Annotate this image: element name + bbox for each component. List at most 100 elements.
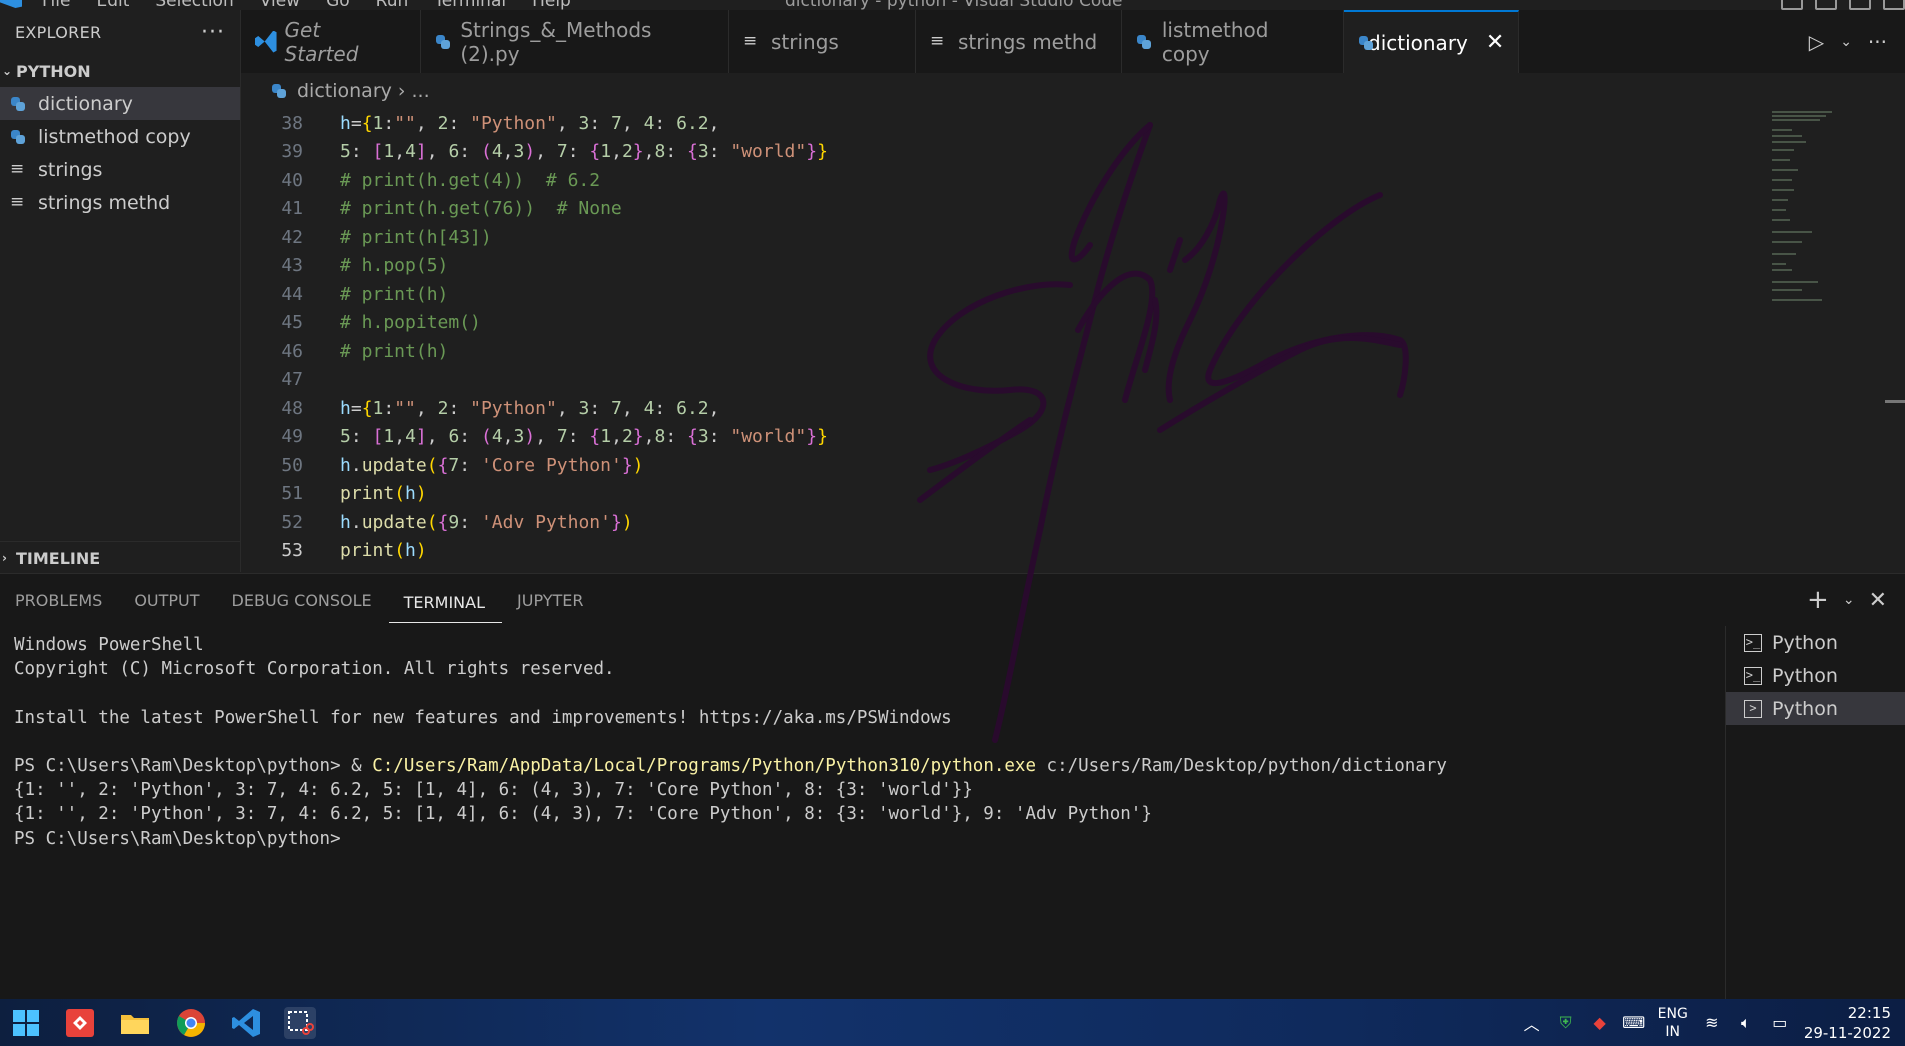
explorer-header: EXPLORER ···: [0, 10, 240, 55]
tab-strings-methods-py[interactable]: Strings_&_Methods (2).py: [421, 10, 729, 73]
anydesk-icon[interactable]: [64, 1007, 96, 1039]
window-controls: [1781, 0, 1905, 10]
scrollbar-thumb[interactable]: [1885, 400, 1905, 403]
editor-tabs: Get Started Strings_&_Methods (2).py ≡ s…: [241, 10, 1905, 73]
panel-toggle-icon[interactable]: [1849, 0, 1871, 10]
line-number: 45: [281, 312, 303, 334]
line-number: 53: [281, 540, 303, 562]
tab-problems[interactable]: PROBLEMS: [0, 574, 119, 626]
python-file-icon: [271, 83, 287, 99]
code-line: 42 # print(h[43]): [241, 223, 1761, 252]
terminal-instance[interactable]: >_ Python: [1726, 626, 1905, 659]
code-line: 41 # print(h.get(76)) # None: [241, 195, 1761, 224]
chrome-icon[interactable]: [175, 1007, 207, 1039]
run-icon[interactable]: ▷: [1809, 30, 1824, 54]
file-item-listmethod-copy[interactable]: listmethod copy: [0, 120, 240, 153]
terminal-label: Python: [1772, 697, 1838, 720]
layout-toggle-icon[interactable]: [1781, 0, 1803, 10]
file-item-strings-methd[interactable]: ≡ strings methd: [0, 186, 240, 219]
menu-edit[interactable]: Edit: [96, 0, 129, 10]
line-number: 48: [281, 397, 303, 419]
tab-get-started[interactable]: Get Started: [241, 10, 421, 73]
folder-section-python[interactable]: ⌄ PYTHON: [0, 55, 240, 87]
tab-strings[interactable]: ≡ strings: [729, 10, 916, 73]
code-text: # h.popitem(): [340, 312, 481, 334]
menu-go[interactable]: Go: [326, 0, 350, 10]
text-file-icon: ≡: [930, 31, 945, 51]
menu-run[interactable]: Run: [376, 0, 409, 10]
line-number: 40: [281, 169, 303, 191]
chevron-down-icon[interactable]: ⌄: [1843, 592, 1855, 608]
new-terminal-icon[interactable]: +: [1807, 585, 1829, 615]
windows-taskbar: ︿ ⛨ ◆ ⌨ ENG IN ≋ 🔈︎ ▭ 22:15 29-11-2022: [0, 999, 1905, 1046]
code-editor[interactable]: 38 h={1:"", 2: "Python", 3: 7, 4: 6.2, 39…: [241, 109, 1761, 571]
python-file-icon: [1136, 34, 1152, 50]
close-panel-icon[interactable]: ✕: [1869, 588, 1887, 613]
wifi-icon[interactable]: ≋: [1702, 1013, 1722, 1033]
breadcrumb-symbol[interactable]: ...: [412, 80, 430, 102]
code-text: h.update({9: 'Adv Python'}): [340, 511, 633, 533]
menu-selection[interactable]: Selection: [155, 0, 233, 10]
vscode-taskbar-icon[interactable]: [230, 1007, 262, 1039]
line-number: 52: [281, 511, 303, 533]
terminal-line: {1: '', 2: 'Python', 3: 7, 4: 6.2, 5: [1…: [14, 780, 973, 801]
window-title: dictionary - python - Visual Studio Code: [785, 0, 1123, 10]
customize-layout-icon[interactable]: [1883, 0, 1905, 10]
volume-icon[interactable]: 🔈︎: [1736, 1013, 1756, 1033]
tab-jupyter[interactable]: JUPYTER: [502, 574, 601, 626]
tab-label: strings methd: [958, 29, 1098, 54]
code-text: print(h): [340, 540, 427, 562]
snipping-tool-icon[interactable]: [284, 1007, 316, 1039]
menu-file[interactable]: File: [42, 0, 70, 10]
timeline-section[interactable]: › TIMELINE: [0, 541, 242, 574]
chevron-right-icon: ›: [397, 80, 406, 102]
chevron-down-icon[interactable]: ⌄: [1840, 34, 1852, 50]
tab-terminal[interactable]: TERMINAL: [388, 583, 503, 623]
code-text: # print(h.get(76)) # None: [340, 198, 622, 220]
lang-top: ENG: [1657, 1005, 1688, 1022]
close-icon[interactable]: ✕: [1486, 30, 1504, 55]
code-line: 43 # h.pop(5): [241, 252, 1761, 281]
defender-icon[interactable]: ⛨: [1556, 1013, 1576, 1033]
chevron-up-icon[interactable]: ︿: [1522, 1013, 1542, 1034]
sidebar-toggle-icon[interactable]: [1815, 0, 1837, 10]
terminal-output[interactable]: Windows PowerShell Copyright (C) Microsof…: [14, 633, 1714, 851]
bottom-panel: PROBLEMS OUTPUT DEBUG CONSOLE TERMINAL J…: [0, 573, 1905, 1006]
tab-listmethod-copy[interactable]: listmethod copy: [1122, 10, 1344, 73]
menu-help[interactable]: Help: [532, 0, 571, 10]
line-number: 49: [281, 426, 303, 448]
line-number: 39: [281, 141, 303, 163]
tab-dictionary[interactable]: dictionary ✕: [1344, 10, 1519, 73]
tab-debug-console[interactable]: DEBUG CONSOLE: [217, 574, 389, 626]
breadcrumb-file[interactable]: dictionary: [297, 80, 392, 102]
terminal-command-line: PS C:\Users\Ram\Desktop\python> & C:/Use…: [14, 754, 1714, 778]
file-item-dictionary[interactable]: dictionary: [0, 87, 240, 120]
file-explorer-icon[interactable]: [119, 1007, 151, 1039]
text-file-icon: ≡: [10, 159, 25, 179]
language-indicator[interactable]: ENG IN: [1658, 1005, 1688, 1041]
tab-output[interactable]: OUTPUT: [119, 574, 216, 626]
battery-icon[interactable]: ▭: [1770, 1013, 1790, 1033]
folder-name: PYTHON: [16, 61, 91, 81]
title-bar: File Edit Selection View Go Run Terminal…: [0, 0, 1905, 10]
code-text: # print(h[43]): [340, 226, 492, 248]
minimap[interactable]: [1766, 109, 1905, 571]
more-actions-icon[interactable]: ···: [1868, 30, 1887, 54]
terminal-instance-active[interactable]: > Python: [1726, 692, 1905, 725]
line-number: 46: [281, 340, 303, 362]
code-text: # h.pop(5): [340, 255, 449, 277]
menu-terminal[interactable]: Terminal: [434, 0, 506, 10]
anydesk-tray-icon[interactable]: ◆: [1590, 1013, 1610, 1033]
terminal-line: {1: '', 2: 'Python', 3: 7, 4: 6.2, 5: [1…: [14, 804, 1152, 825]
terminal-instance[interactable]: >_ Python: [1726, 659, 1905, 692]
keyboard-icon[interactable]: ⌨: [1622, 1013, 1645, 1033]
tab-label: Strings_&_Methods (2).py: [460, 17, 652, 66]
line-number: 44: [281, 283, 303, 305]
tab-strings-methd[interactable]: ≡ strings methd: [916, 10, 1122, 73]
clock[interactable]: 22:15 29-11-2022: [1804, 1003, 1891, 1043]
menu-view[interactable]: View: [260, 0, 300, 10]
file-item-strings[interactable]: ≡ strings: [0, 153, 240, 186]
more-actions-icon[interactable]: ···: [201, 20, 225, 45]
code-line: 51 print(h): [241, 480, 1761, 509]
windows-start-icon[interactable]: [10, 1007, 42, 1039]
